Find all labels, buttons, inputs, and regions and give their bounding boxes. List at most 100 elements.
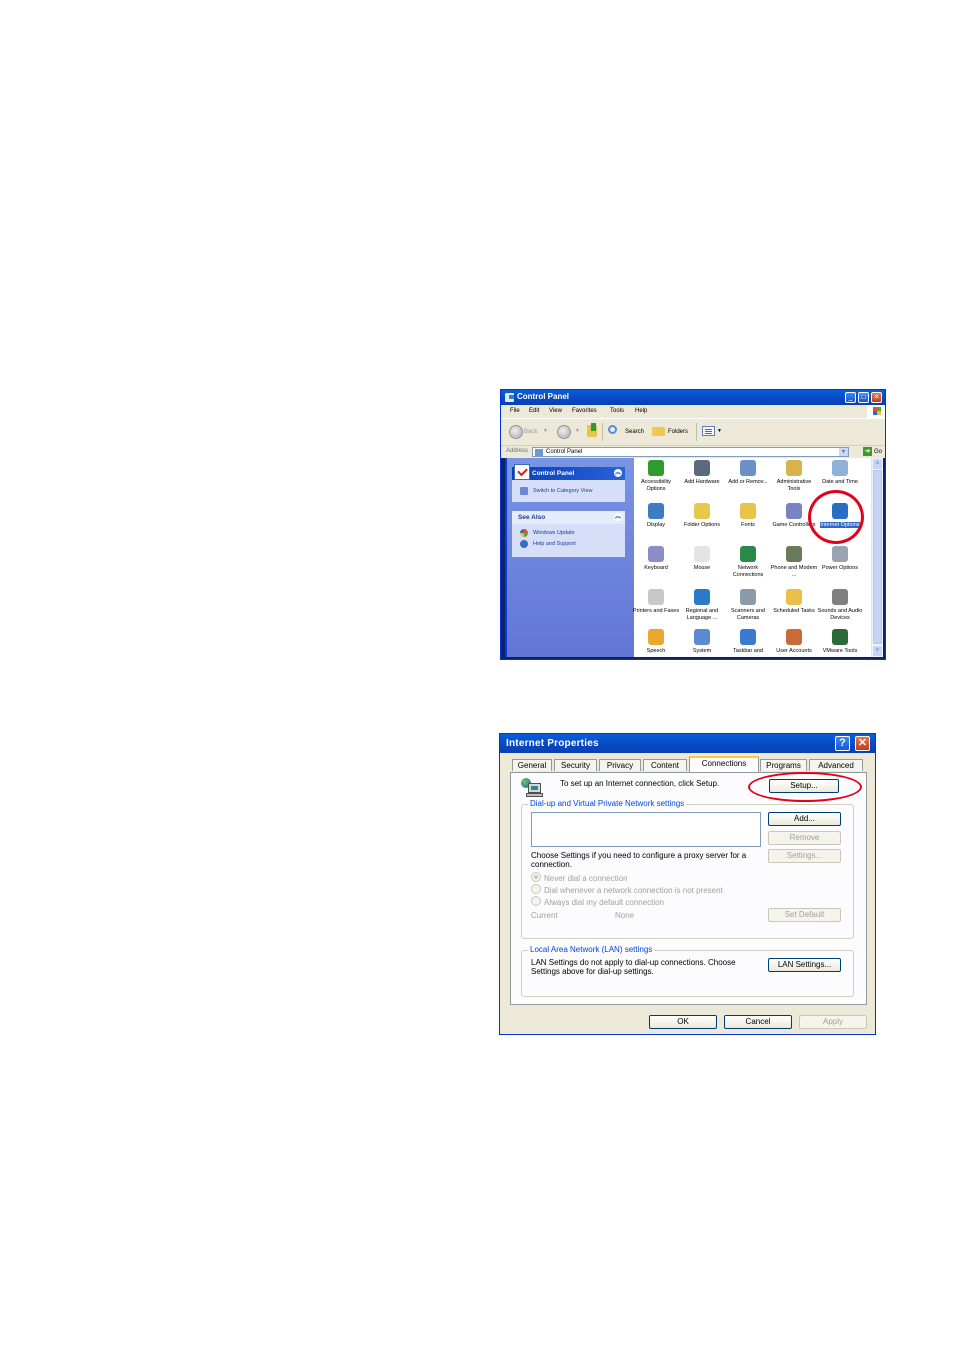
add-button[interactable]: Add... <box>768 812 841 826</box>
vertical-scrollbar[interactable]: ˄ ˅ <box>871 458 883 657</box>
up-folder-icon[interactable] <box>587 423 597 437</box>
control-panel-item[interactable]: Network Connections <box>724 546 772 579</box>
back-dropdown-icon[interactable]: ▼ <box>543 428 548 434</box>
windows-update-link[interactable]: Windows Update <box>512 528 625 539</box>
tab-general[interactable]: General <box>512 759 552 771</box>
control-panel-item[interactable]: Power Options <box>816 546 864 572</box>
regional-language-icon <box>694 589 710 605</box>
control-panel-item[interactable]: Game Controllers <box>770 503 818 529</box>
control-panel-item[interactable]: Internet Options <box>816 503 864 529</box>
tab-programs[interactable]: Programs <box>760 759 807 771</box>
tab-security[interactable]: Security <box>554 759 597 771</box>
radio-label: Never dial a connection <box>544 874 628 883</box>
folders-icon <box>652 427 665 436</box>
menu-help[interactable]: Help <box>635 408 647 414</box>
item-label: Regional and Language ... <box>685 608 719 621</box>
control-panel-item[interactable]: Add or Remov... <box>724 460 772 486</box>
ok-button[interactable]: OK <box>649 1015 717 1029</box>
radio-label: Always dial my default connection <box>544 898 665 907</box>
close-button[interactable]: ✕ <box>855 736 870 751</box>
switch-category-view-link[interactable]: Switch to Category View <box>512 486 625 497</box>
control-panel-item[interactable]: Accessibility Options <box>632 460 680 493</box>
tab-privacy[interactable]: Privacy <box>599 759 641 771</box>
control-panel-item[interactable]: Sounds and Audio Devices <box>816 589 864 622</box>
tab-advanced[interactable]: Advanced <box>809 759 863 771</box>
control-panel-item[interactable]: Fonts <box>724 503 772 529</box>
address-dropdown-icon[interactable]: ▾ <box>839 448 848 456</box>
apply-button[interactable]: Apply <box>799 1015 867 1029</box>
forward-dropdown-icon[interactable]: ▼ <box>575 428 580 434</box>
connections-panel: To set up an Internet connection, click … <box>510 772 867 1005</box>
title-bar[interactable]: Control Panel _ □ ✕ <box>501 390 885 405</box>
item-label: Administrative Tools <box>776 479 812 492</box>
views-dropdown-icon[interactable]: ▼ <box>717 428 722 434</box>
close-button[interactable]: ✕ <box>871 392 882 403</box>
address-input[interactable]: Control Panel ▾ <box>532 447 849 457</box>
control-panel-item[interactable]: Scanners and Cameras <box>724 589 772 622</box>
control-panel-item[interactable]: VMware Tools <box>816 629 864 655</box>
menu-tools[interactable]: Tools <box>610 408 624 414</box>
tab-connections[interactable]: Connections <box>689 756 759 772</box>
search-label: Search <box>625 429 645 435</box>
views-icon[interactable] <box>702 426 715 436</box>
back-button[interactable]: Back <box>524 429 537 435</box>
control-panel-item[interactable]: Add Hardware <box>678 460 726 486</box>
speech-icon <box>648 629 664 645</box>
control-panel-item[interactable]: Administrative Tools <box>770 460 818 493</box>
back-arrow-icon[interactable] <box>509 425 523 439</box>
control-panel-icon <box>505 393 514 402</box>
control-panel-item[interactable]: Folder Options <box>678 503 726 529</box>
tab-content[interactable]: Content <box>643 759 687 771</box>
scroll-thumb[interactable] <box>873 470 882 644</box>
panel-title: See Also <box>518 514 546 521</box>
minimize-button[interactable]: _ <box>845 392 856 403</box>
control-panel-item[interactable]: Printers and Faxes <box>632 589 680 615</box>
group-legend: Dial-up and Virtual Private Network sett… <box>528 799 687 808</box>
forward-button[interactable] <box>557 425 571 439</box>
menu-favorites[interactable]: Favorites <box>572 408 597 414</box>
panel-header[interactable]: Control Panel ︽ <box>512 464 625 480</box>
control-panel-item[interactable]: System <box>678 629 726 655</box>
control-panel-item[interactable]: Mouse <box>678 546 726 572</box>
radio-empty-icon <box>531 884 541 894</box>
accessibility-icon <box>648 460 664 476</box>
control-panel-item[interactable]: Taskbar and <box>724 629 772 655</box>
setup-button[interactable]: Setup... <box>769 779 839 793</box>
scroll-down-icon[interactable]: ˅ <box>873 646 882 656</box>
control-panel-item[interactable]: Display <box>632 503 680 529</box>
item-label: Scanners and Cameras <box>731 608 765 621</box>
lan-settings-button[interactable]: LAN Settings... <box>768 958 841 972</box>
collapse-icon[interactable]: ︽ <box>614 469 622 477</box>
scheduled-tasks-icon <box>786 589 802 605</box>
scroll-up-icon[interactable]: ˄ <box>873 459 882 469</box>
control-panel-item[interactable]: Regional and Language ... <box>678 589 726 622</box>
control-panel-item[interactable]: Speech <box>632 629 680 655</box>
control-panel-window: Control Panel _ □ ✕ File Edit View Favor… <box>500 389 886 660</box>
settings-button[interactable]: Settings... <box>768 849 841 863</box>
control-panel-item[interactable]: Phone and Modem ... <box>770 546 818 579</box>
go-button[interactable]: ➔ Go <box>862 447 882 456</box>
cancel-button[interactable]: Cancel <box>724 1015 792 1029</box>
menu-edit[interactable]: Edit <box>529 408 539 414</box>
radio-always-dial[interactable]: Always dial my default connection <box>531 896 664 907</box>
collapse-icon[interactable]: ︽ <box>614 513 622 521</box>
mouse-icon <box>694 546 710 562</box>
set-default-button[interactable]: Set Default <box>768 908 841 922</box>
menu-view[interactable]: View <box>549 408 562 414</box>
control-panel-item[interactable]: Date and Time <box>816 460 864 486</box>
remove-button[interactable]: Remove <box>768 831 841 845</box>
help-button[interactable]: ? <box>835 736 850 751</box>
radio-dial-whenever[interactable]: Dial whenever a network connection is no… <box>531 884 723 895</box>
title-bar[interactable]: Internet Properties ? ✕ <box>500 734 875 753</box>
radio-never-dial[interactable]: Never dial a connection <box>531 872 628 883</box>
maximize-button[interactable]: □ <box>858 392 869 403</box>
connections-list[interactable] <box>531 812 761 847</box>
control-panel-item[interactable]: Keyboard <box>632 546 680 572</box>
control-panel-item[interactable]: User Accounts <box>770 629 818 655</box>
help-support-link[interactable]: Help and Support <box>512 539 625 550</box>
panel-header[interactable]: See Also ︽ <box>512 511 625 524</box>
menu-file[interactable]: File <box>510 408 520 414</box>
radio-selected-icon <box>531 872 541 882</box>
control-panel-item[interactable]: Scheduled Tasks <box>770 589 818 615</box>
control-panel-items: Accessibility Options Add Hardware Add or … <box>632 458 874 657</box>
